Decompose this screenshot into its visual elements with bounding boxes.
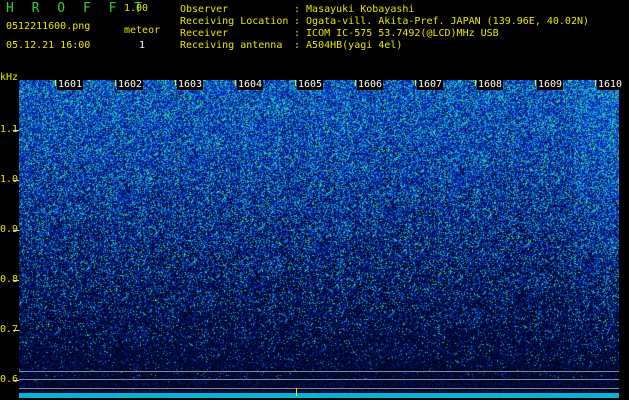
x-tick-label: 1602 (117, 79, 144, 90)
app-version: 1.00 (124, 3, 149, 14)
x-tick (175, 80, 176, 86)
x-tick (55, 80, 56, 86)
x-tick (595, 80, 596, 86)
x-tick-label: 1610 (597, 79, 624, 90)
x-tick-label: 1609 (537, 79, 564, 90)
location-value: : Ogata-vill. Akita-Pref. JAPAN (139.96E… (294, 16, 590, 27)
y-tick (13, 230, 19, 231)
location-label: Receiving Location (180, 16, 289, 27)
x-tick-label: 1607 (417, 79, 444, 90)
reference-line (19, 371, 619, 372)
x-tick (475, 80, 476, 86)
x-tick-label: 1601 (57, 79, 84, 90)
x-tick (355, 80, 356, 86)
time-cursor (296, 388, 297, 396)
observer-label: Observer (180, 4, 229, 15)
antenna-label: Receiving antenna (180, 40, 283, 51)
antenna-value: : A504HB(yagi 4el) (294, 40, 403, 51)
y-tick (13, 180, 19, 181)
observer-value: : Masayuki Kobayashi (294, 4, 415, 15)
reference-line (19, 388, 619, 389)
y-tick (13, 380, 19, 381)
x-tick-label: 1604 (237, 79, 264, 90)
x-tick (535, 80, 536, 86)
reference-line (19, 379, 619, 380)
signal-level-band (19, 393, 619, 398)
meteor-label: meteor (124, 25, 161, 36)
receiver-label: Receiver (180, 28, 229, 39)
x-tick-label: 1605 (297, 79, 324, 90)
x-tick-label: 1606 (357, 79, 384, 90)
x-tick-label: 1608 (477, 79, 504, 90)
x-tick (415, 80, 416, 86)
meteor-count: 1 (139, 40, 146, 51)
y-tick (13, 280, 19, 281)
x-tick (115, 80, 116, 86)
spectrogram[interactable] (19, 80, 619, 398)
x-tick (295, 80, 296, 86)
x-tick (235, 80, 236, 86)
x-tick-label: 1603 (177, 79, 204, 90)
datetime: 05.12.21 16:00 (6, 40, 91, 51)
receiver-value: : ICOM IC-575 53.7492(@LCD)MHz USB (294, 28, 499, 39)
file-name: 0512211600.png (6, 21, 91, 32)
y-axis-unit: kHz (0, 72, 19, 83)
y-tick (13, 330, 19, 331)
y-tick (13, 130, 19, 131)
